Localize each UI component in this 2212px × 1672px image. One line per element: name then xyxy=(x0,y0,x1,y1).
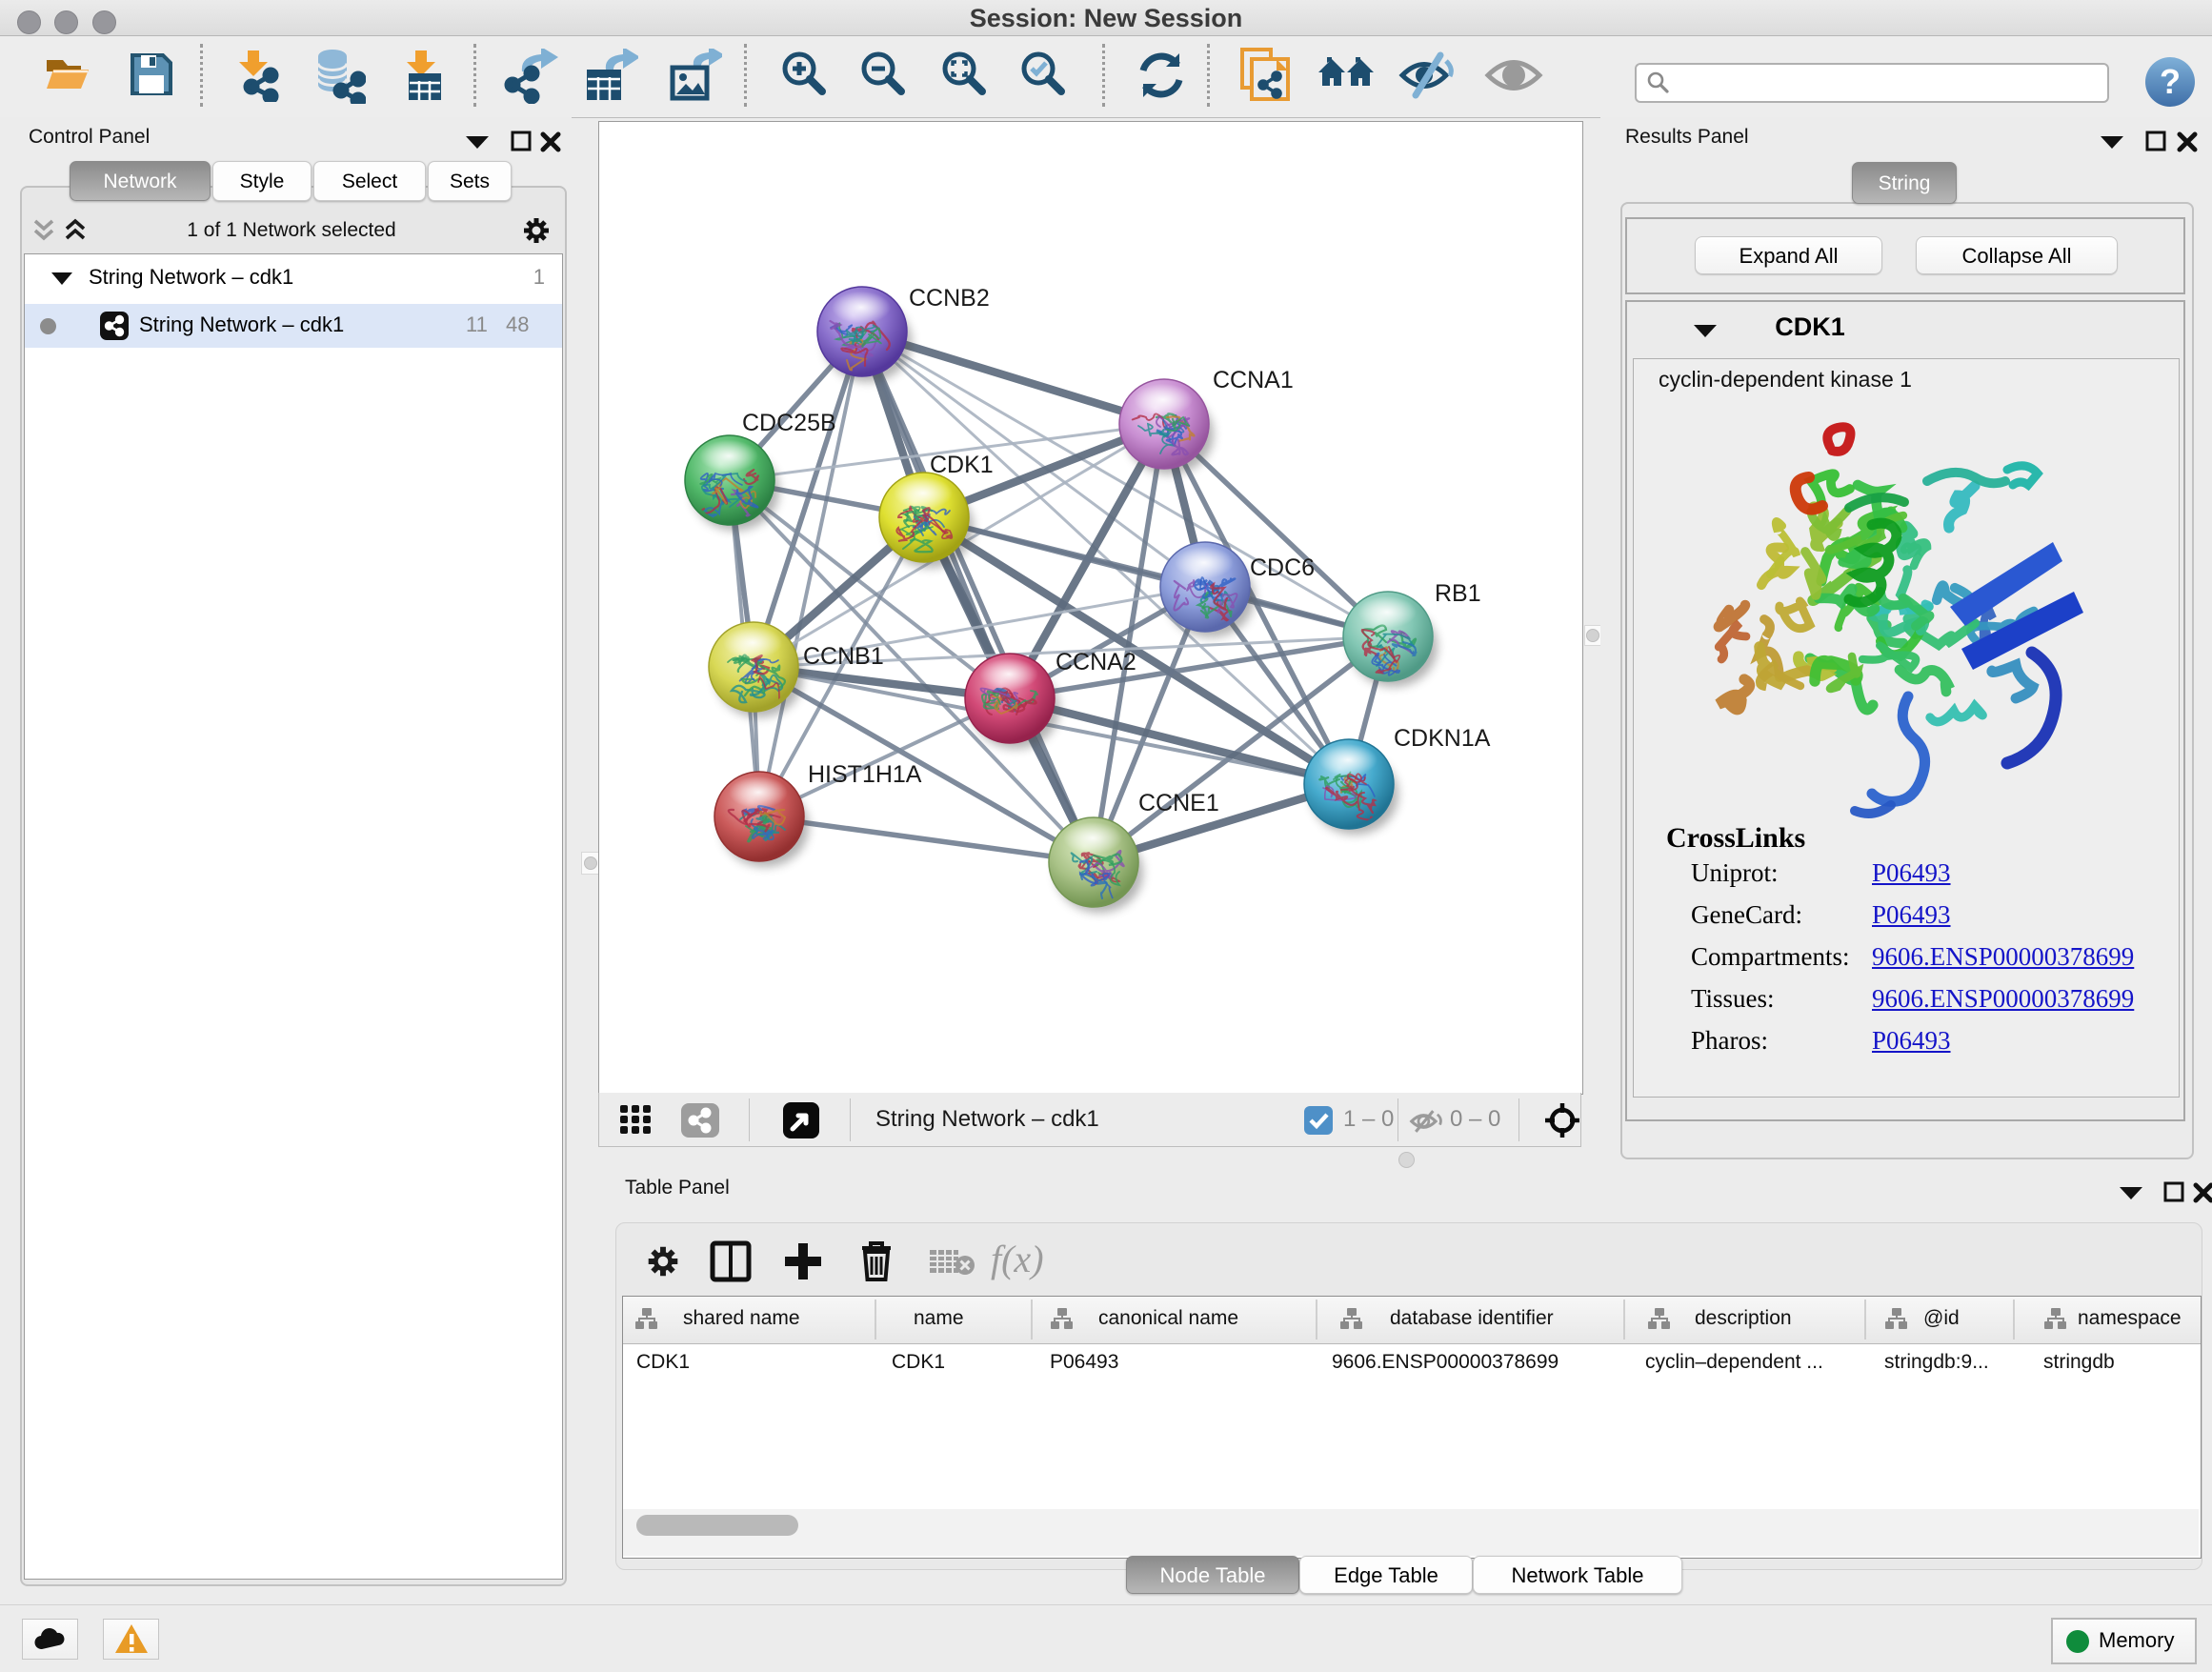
svg-text:CDC25B: CDC25B xyxy=(742,410,836,436)
svg-text:CCNA1: CCNA1 xyxy=(1213,367,1294,393)
svg-text:CDKN1A: CDKN1A xyxy=(1394,725,1491,752)
svg-text:CCNB1: CCNB1 xyxy=(803,643,884,670)
svg-text:RB1: RB1 xyxy=(1435,580,1481,607)
svg-text:CDK1: CDK1 xyxy=(930,452,994,478)
svg-text:HIST1H1A: HIST1H1A xyxy=(808,761,922,788)
svg-text:?: ? xyxy=(2160,62,2181,101)
svg-text:CCNE1: CCNE1 xyxy=(1138,790,1219,816)
svg-text:CDC6: CDC6 xyxy=(1250,554,1315,581)
svg-text:CCNB2: CCNB2 xyxy=(909,285,990,312)
svg-text:CCNA2: CCNA2 xyxy=(1056,649,1136,675)
